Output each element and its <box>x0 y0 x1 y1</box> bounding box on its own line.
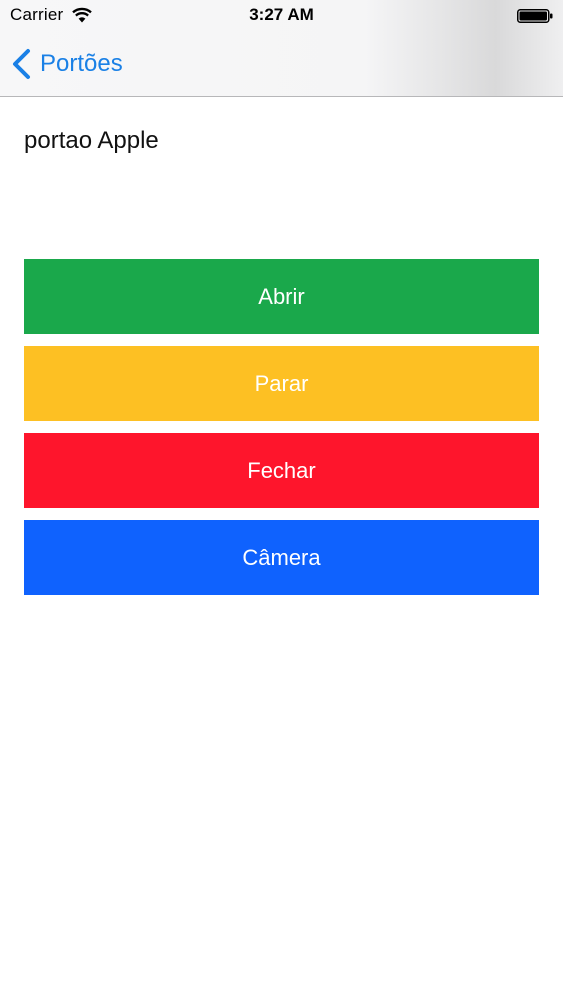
open-button[interactable]: Abrir <box>24 259 539 334</box>
chevron-left-icon <box>13 49 30 79</box>
back-button-label: Portões <box>40 50 123 77</box>
back-button[interactable]: Portões <box>10 46 123 82</box>
screen: Carrier 3:27 AM Portões portao Apple Abr… <box>0 0 563 1000</box>
battery-icon <box>517 9 553 23</box>
status-bar: Carrier 3:27 AM <box>0 0 563 32</box>
clock: 3:27 AM <box>249 5 314 24</box>
top-bar: Carrier 3:27 AM Portões <box>0 0 563 97</box>
close-button[interactable]: Fechar <box>24 433 539 508</box>
gate-name: portao Apple <box>24 127 159 154</box>
navigation-bar: Portões <box>0 32 563 96</box>
stop-button[interactable]: Parar <box>24 346 539 421</box>
camera-button[interactable]: Câmera <box>24 520 539 595</box>
